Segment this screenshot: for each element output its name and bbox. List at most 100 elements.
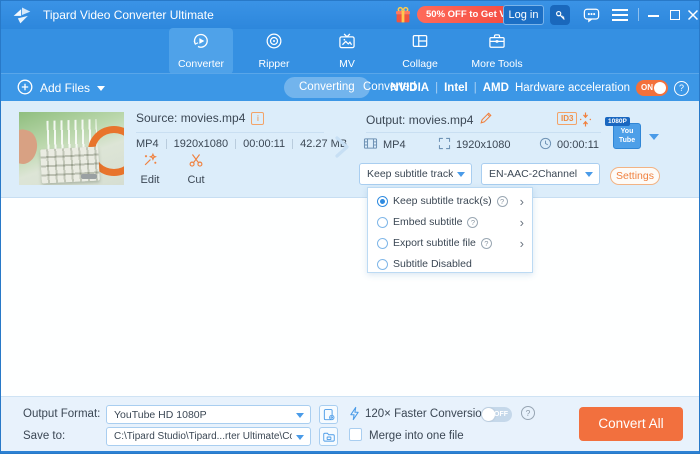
source-filename: Source: movies.mp4 xyxy=(136,111,245,125)
scissors-icon xyxy=(188,152,204,171)
faster-conversion-toggle[interactable]: OFF xyxy=(481,407,512,422)
toolbox-icon xyxy=(487,31,507,56)
submenu-chevron-icon: › xyxy=(520,196,524,207)
merge-label: Merge into one file xyxy=(369,430,464,442)
help-icon[interactable]: ? xyxy=(481,238,492,249)
gift-icon[interactable] xyxy=(393,5,413,30)
output-profile-button[interactable]: You Tube xyxy=(613,123,641,149)
radio-icon xyxy=(377,217,388,228)
source-info-row: MP4 1920x1080 00:00:11 42.27 MB xyxy=(136,138,347,150)
hardware-acceleration-group: NVIDIA | Intel | AMD Hardware accelerati… xyxy=(390,74,689,102)
help-icon[interactable]: ? xyxy=(467,217,478,228)
save-to-label: Save to: xyxy=(23,430,65,442)
tab-mv[interactable]: MV xyxy=(315,28,379,74)
rename-pencil-icon[interactable] xyxy=(479,111,493,128)
tab-label: Ripper xyxy=(259,58,290,70)
subtitle-select[interactable]: Keep subtitle track(s) xyxy=(359,163,472,185)
compress-icon[interactable] xyxy=(579,111,592,133)
convert-all-button[interactable]: Convert All xyxy=(579,407,683,441)
video-thumbnail xyxy=(19,112,124,185)
output-format-info: MP4 xyxy=(363,137,406,153)
app-logo-icon xyxy=(12,5,32,30)
tab-more-tools[interactable]: More Tools xyxy=(461,28,533,74)
close-button[interactable] xyxy=(687,6,700,24)
toggle-knob xyxy=(654,82,666,94)
file-list-empty-area xyxy=(1,199,699,396)
open-folder-button[interactable] xyxy=(319,427,338,446)
chevron-down-icon xyxy=(97,86,105,91)
source-format: MP4 xyxy=(136,138,159,150)
subtitle-dropdown-menu: Keep subtitle track(s) ? › Embed subtitl… xyxy=(367,187,533,273)
main-nav: Converter Ripper MV Collage More Tools xyxy=(1,29,699,73)
menu-item-embed-subtitle[interactable]: Embed subtitle ? › xyxy=(368,212,532,232)
sub-toolbar: Add Files Converting Converted NVIDIA | … xyxy=(1,73,699,101)
output-format-label: Output Format: xyxy=(23,408,100,420)
cut-button[interactable]: Cut xyxy=(179,152,213,186)
output-filename: Output: movies.mp4 xyxy=(366,113,473,127)
menu-item-subtitle-disabled[interactable]: Subtitle Disabled xyxy=(368,254,532,274)
hw-help-icon[interactable]: ? xyxy=(674,81,689,96)
minimize-button[interactable] xyxy=(647,6,661,24)
disc-icon xyxy=(264,31,284,56)
tab-converter[interactable]: Converter xyxy=(169,28,233,74)
tab-label: MV xyxy=(339,58,355,70)
audio-track-select[interactable]: EN-AAC-2Channel xyxy=(481,163,600,185)
tab-collage[interactable]: Collage xyxy=(388,28,452,74)
menu-item-export-subtitle[interactable]: Export subtitle file ? › xyxy=(368,233,532,253)
tab-label: Collage xyxy=(402,58,438,70)
edit-button[interactable]: Edit xyxy=(133,152,167,186)
app-window: Tipard Video Converter Ultimate 50% OFF … xyxy=(0,0,700,454)
menu-item-keep-subtitle[interactable]: Keep subtitle track(s) ? › xyxy=(368,191,532,211)
hardware-acceleration-toggle[interactable]: ON xyxy=(636,80,668,96)
register-key-button[interactable] xyxy=(550,5,570,25)
settings-button[interactable]: Settings xyxy=(610,167,660,185)
chevron-down-icon xyxy=(296,435,304,440)
help-icon[interactable]: ? xyxy=(497,196,508,207)
save-to-select[interactable]: C:\Tipard Studio\Tipard...rter Ultimate\… xyxy=(106,427,311,446)
vendor-amd: AMD xyxy=(483,82,509,94)
menu-icon[interactable] xyxy=(612,9,628,21)
output-resolution-info: 1920x1080 xyxy=(438,137,510,153)
titlebar: Tipard Video Converter Ultimate 50% OFF … xyxy=(1,1,699,29)
format-settings-button[interactable] xyxy=(319,405,338,424)
radio-icon xyxy=(377,238,388,249)
tab-label: Converter xyxy=(178,58,224,70)
profile-resolution-badge: 1080P xyxy=(605,117,630,126)
output-format-select[interactable]: YouTube HD 1080P xyxy=(106,405,311,424)
output-divider xyxy=(366,132,601,133)
profile-chevron-icon[interactable] xyxy=(649,134,659,140)
add-files-button[interactable]: Add Files xyxy=(17,78,105,98)
edit-label: Edit xyxy=(141,174,160,186)
id3-tag-button[interactable]: ID3 xyxy=(557,112,577,125)
merge-checkbox[interactable] xyxy=(349,428,362,441)
tab-label: More Tools xyxy=(471,58,522,70)
collage-icon xyxy=(410,31,430,56)
tab-converting[interactable]: Converting xyxy=(284,77,370,98)
maximize-button[interactable] xyxy=(669,6,683,24)
magic-wand-icon xyxy=(142,152,158,171)
titlebar-separator xyxy=(638,8,639,21)
source-duration: 00:00:11 xyxy=(243,138,285,150)
converter-icon xyxy=(191,31,211,56)
radio-selected-icon xyxy=(377,196,388,207)
radio-icon xyxy=(377,259,388,270)
film-icon xyxy=(363,137,378,153)
chevron-down-icon xyxy=(585,172,593,177)
login-button[interactable]: Log in xyxy=(503,5,544,25)
feedback-chat-icon[interactable] xyxy=(582,7,601,23)
chevron-down-icon xyxy=(457,172,465,177)
lightning-icon xyxy=(348,405,361,425)
file-item-row: Source: movies.mp4 i MP4 1920x1080 00:00… xyxy=(1,101,699,198)
vendor-intel: Intel xyxy=(444,82,468,94)
output-duration-info: 00:00:11 xyxy=(539,137,599,153)
chevron-down-icon xyxy=(296,413,304,418)
info-icon[interactable]: i xyxy=(251,112,264,125)
mv-icon xyxy=(337,31,357,56)
plus-circle-icon xyxy=(17,79,33,98)
tab-ripper[interactable]: Ripper xyxy=(242,28,306,74)
faster-help-icon[interactable]: ? xyxy=(521,406,535,420)
submenu-chevron-icon: › xyxy=(520,238,524,249)
hardware-acceleration-label: Hardware acceleration xyxy=(515,82,630,94)
bottom-bar: Output Format: YouTube HD 1080P 120× Fas… xyxy=(1,396,699,451)
vendor-nvidia: NVIDIA xyxy=(390,82,429,94)
